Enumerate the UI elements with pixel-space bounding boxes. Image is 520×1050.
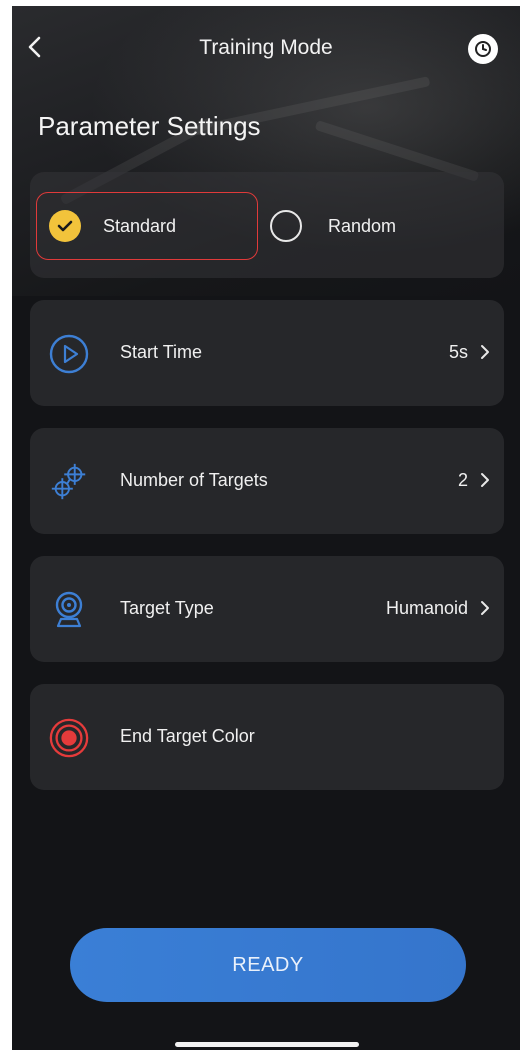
setting-target-type[interactable]: Target Type Humanoid (30, 556, 504, 662)
page-title: Training Mode (199, 36, 333, 59)
section-title: Parameter Settings (38, 111, 261, 141)
mode-label: Random (328, 215, 397, 236)
mode-selector: Standard Random (30, 172, 504, 278)
history-button[interactable] (468, 34, 498, 64)
chevron-right-icon (478, 343, 492, 361)
ready-button[interactable]: READY (70, 928, 466, 1002)
setting-label: Start Time (120, 342, 203, 362)
play-circle-icon (48, 333, 90, 375)
chevron-right-icon (478, 471, 492, 489)
ready-button-label: READY (232, 953, 304, 976)
home-indicator (175, 1042, 359, 1047)
crosshair-targets-icon (48, 461, 90, 503)
mode-option-standard[interactable]: Standard (36, 192, 258, 260)
setting-start-time[interactable]: Start Time 5s (30, 300, 504, 406)
setting-value: Humanoid (385, 598, 468, 618)
mode-label: Standard (103, 215, 177, 236)
training-mode-screen: Training Mode Parameter Settings Standar… (12, 6, 520, 1050)
radio-unchecked (270, 210, 302, 242)
clock-icon (475, 41, 491, 57)
setting-value: 2 (457, 470, 468, 490)
setting-label: Target Type (120, 598, 214, 618)
setting-number-of-targets[interactable]: Number of Targets 2 (30, 428, 504, 534)
red-target-icon (48, 717, 90, 759)
top-bar: Training Mode (12, 26, 520, 70)
chevron-right-icon (478, 599, 492, 617)
setting-end-target-color[interactable]: End Target Color (30, 684, 504, 790)
setting-label: Number of Targets (120, 470, 268, 490)
webcam-target-icon (48, 589, 90, 631)
check-icon (57, 220, 73, 232)
setting-value: 5s (448, 342, 468, 362)
radio-checked (49, 210, 81, 242)
mode-option-random[interactable]: Random (270, 192, 396, 260)
setting-label: End Target Color (120, 726, 255, 746)
